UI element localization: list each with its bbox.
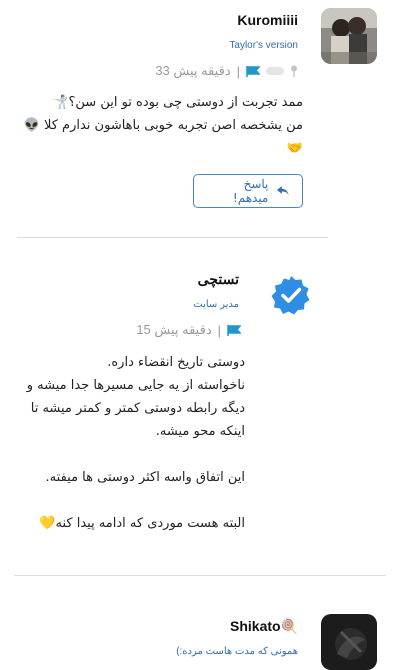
comment-item: Kuromiiii Taylor's version 33 دقیقه پیش … — [0, 0, 400, 240]
reply-label: پاسخ میدهم! — [232, 177, 269, 205]
comment-time: 33 دقیقه پیش — [155, 63, 231, 78]
comment-text: دوستی تاریخ انقضاء داره. ناخواسته از یه … — [26, 355, 245, 531]
author-role: Taylor's version — [229, 40, 298, 51]
toggle-icon[interactable] — [266, 67, 284, 75]
flag-icon[interactable] — [227, 324, 241, 336]
avatar[interactable] — [321, 614, 377, 670]
comment-meta: 15 دقیقه پیش | — [136, 322, 241, 338]
verified-badge-icon — [271, 276, 310, 315]
author-name[interactable]: Kuromiiii — [237, 12, 298, 28]
author-role: همونی که مدت هاست مرده:) — [176, 646, 298, 657]
author-name[interactable]: تستچی — [198, 271, 239, 288]
comment-divider — [17, 237, 328, 238]
flag-icon[interactable] — [246, 65, 260, 77]
meta-separator: | — [217, 322, 221, 338]
comment-item: تستچی مدیر سایت 15 دقیقه پیش | دوستی تار… — [0, 240, 400, 576]
author-name[interactable]: Shikato🍭 — [230, 618, 298, 635]
pin-icon[interactable] — [290, 65, 298, 77]
author-role: مدیر سایت — [193, 299, 239, 310]
reply-arrow-icon — [277, 186, 290, 196]
meta-separator: | — [236, 63, 240, 79]
comment-meta: 33 دقیقه پیش | — [155, 63, 298, 79]
avatar[interactable] — [321, 8, 377, 64]
comment-time: 15 دقیقه پیش — [136, 322, 212, 337]
comment-item: Shikato🍭 همونی که مدت هاست مرده:) — [0, 576, 400, 670]
comment-text: ممد تجربت از دوستی چی بوده تو این سن؟🤺 م… — [23, 95, 303, 156]
reply-button[interactable]: پاسخ میدهم! — [193, 174, 303, 208]
